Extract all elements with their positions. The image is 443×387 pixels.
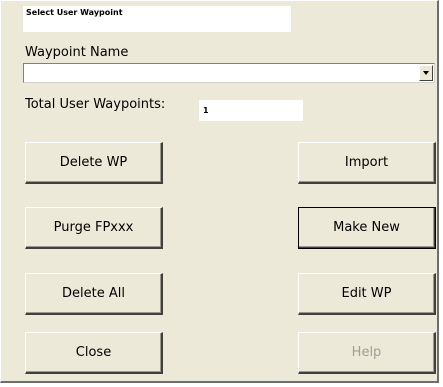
waypoint-name-label: Waypoint Name: [25, 45, 129, 60]
purge-fpxxx-button[interactable]: Purge FPxxx: [25, 207, 163, 249]
total-waypoints-value: 1: [199, 100, 303, 121]
delete-wp-button[interactable]: Delete WP: [25, 142, 163, 184]
chevron-down-icon[interactable]: [419, 65, 433, 81]
total-waypoints-label: Total User Waypoints:: [25, 97, 166, 112]
waypoint-dialog: Select User Waypoint Waypoint Name Total…: [0, 0, 439, 383]
delete-all-button[interactable]: Delete All: [25, 273, 163, 315]
make-new-button[interactable]: Make New: [298, 207, 436, 249]
waypoint-name-combobox[interactable]: [23, 63, 435, 83]
help-button: Help: [298, 332, 436, 374]
close-button[interactable]: Close: [25, 332, 163, 374]
import-button[interactable]: Import: [298, 142, 436, 184]
dialog-title: Select User Waypoint: [23, 6, 291, 32]
edit-wp-button[interactable]: Edit WP: [298, 273, 436, 315]
